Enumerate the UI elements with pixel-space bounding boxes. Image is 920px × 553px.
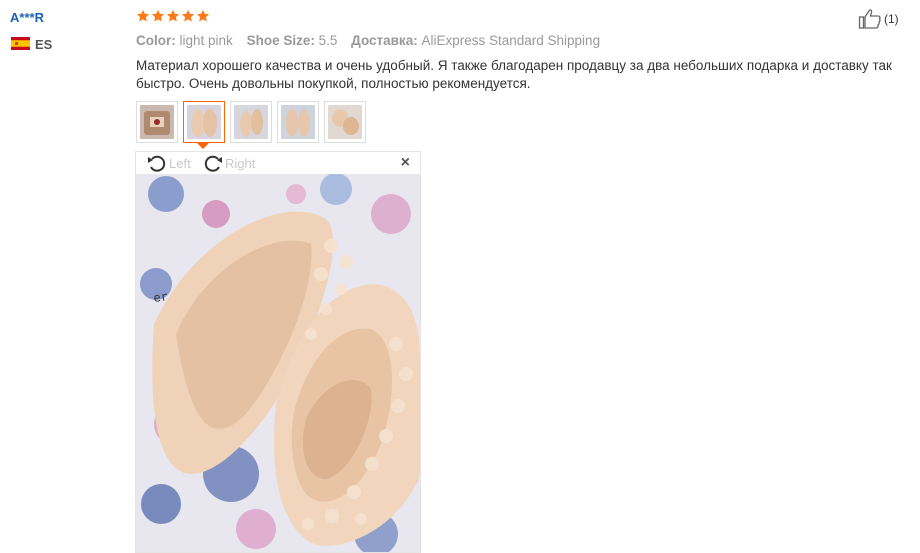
slipper-photo: er — [136, 174, 420, 552]
attr-size-label: Shoe Size: — [246, 33, 315, 48]
star-icon — [196, 9, 210, 22]
attr-size: Shoe Size: 5.5 — [247, 33, 338, 48]
attr-shipping: Доставка: AliExpress Standard Shipping — [351, 33, 600, 48]
review-text: Материал хорошего качества и очень удобн… — [136, 58, 892, 91]
attr-color-label: Color: — [136, 33, 176, 48]
rotate-right-icon — [204, 155, 222, 172]
rotate-right-button[interactable]: Right — [202, 153, 255, 173]
slipper-photo-thumbnail — [281, 105, 315, 139]
photo-thumbnail-5[interactable] — [324, 101, 366, 143]
star-icon — [136, 9, 150, 22]
star-icon — [166, 9, 180, 22]
photo-viewer-toolbar: Left Right × — [136, 152, 420, 174]
active-thumbnail-pointer — [197, 143, 209, 149]
photo-thumbnail-3[interactable] — [230, 101, 272, 143]
review-photo: er — [136, 174, 420, 552]
attr-shipping-value: AliExpress Standard Shipping — [421, 33, 601, 48]
reviewer-name: A***R — [10, 10, 44, 25]
photo-thumbnail-2[interactable] — [183, 101, 225, 143]
rotate-right-label: Right — [225, 155, 256, 171]
thumbs-up-icon — [858, 9, 881, 29]
photo-thumbnails — [136, 101, 366, 143]
review-attributes: Color: light pink Shoe Size: 5.5 Доставк… — [136, 33, 610, 48]
rotate-left-icon — [148, 155, 166, 172]
reviewer-country: ES — [35, 37, 53, 52]
helpful-button[interactable]: (1) — [858, 8, 899, 30]
star-rating — [136, 9, 210, 23]
slipper-photo-thumbnail — [328, 105, 362, 139]
photo-thumbnail-1[interactable] — [136, 101, 178, 143]
attr-size-value: 5.5 — [318, 33, 338, 48]
spain-flag-icon — [11, 37, 30, 50]
close-viewer-button[interactable]: × — [401, 155, 410, 171]
slipper-photo-thumbnail — [234, 105, 268, 139]
rotate-left-button[interactable]: Left — [146, 153, 191, 173]
attr-color-value: light pink — [179, 33, 233, 48]
attr-shipping-label: Доставка: — [351, 33, 418, 48]
helpful-count: (1) — [884, 12, 899, 26]
star-icon — [181, 9, 195, 22]
photo-viewer: Left Right × er — [135, 151, 421, 553]
attr-color: Color: light pink — [136, 33, 233, 48]
rotate-left-label: Left — [169, 155, 191, 171]
star-icon — [151, 9, 165, 22]
slipper-photo-thumbnail — [140, 105, 174, 139]
slipper-photo-thumbnail — [187, 105, 221, 139]
background-paper-text: er — [152, 289, 168, 305]
photo-thumbnail-4[interactable] — [277, 101, 319, 143]
